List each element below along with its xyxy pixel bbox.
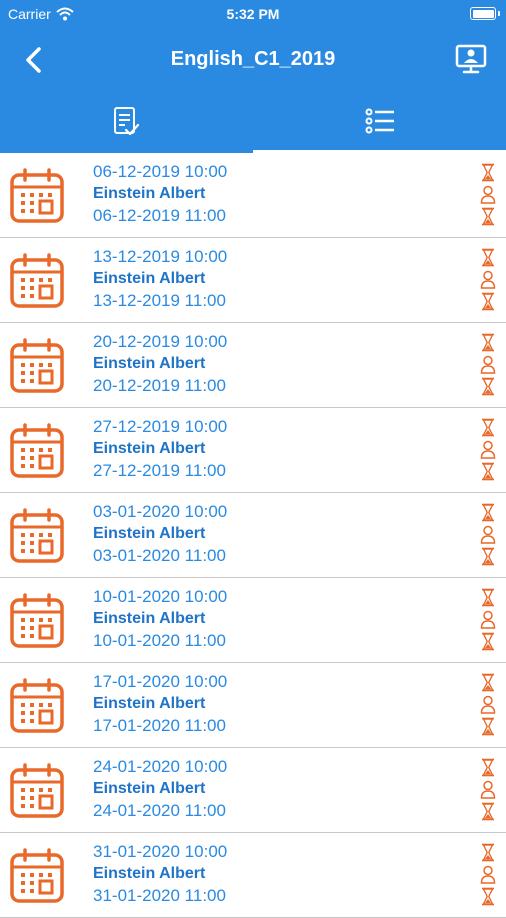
- session-end: 24-01-2020 11:00: [93, 801, 226, 820]
- session-end: 03-01-2020 11:00: [93, 546, 226, 565]
- session-start: 06-12-2019 10:00: [93, 162, 228, 181]
- hourglass-icon: [482, 673, 494, 692]
- calendar-icon: [10, 508, 64, 563]
- session-start: 27-12-2019 10:00: [93, 417, 228, 436]
- hourglass-icon: [482, 333, 494, 352]
- session-row[interactable]: 13-12-2019 10:00 Einstein Albert 13-12-2…: [0, 238, 506, 323]
- session-row[interactable]: 31-01-2020 10:00 Einstein Albert 31-01-2…: [0, 833, 506, 918]
- session-status-icons: [480, 248, 496, 314]
- status-time: 5:32 PM: [226, 6, 280, 22]
- session-row[interactable]: 17-01-2020 10:00 Einstein Albert 17-01-2…: [0, 663, 506, 748]
- session-row[interactable]: 20-12-2019 10:00 Einstein Albert 20-12-2…: [0, 323, 506, 408]
- session-status-icons: [480, 758, 496, 824]
- session-teacher: Einstein Albert: [93, 440, 206, 457]
- user-icon: [480, 440, 496, 459]
- session-status-icons: [480, 843, 496, 909]
- user-icon: [480, 185, 496, 204]
- user-icon: [480, 780, 496, 799]
- hourglass-icon: [482, 758, 494, 777]
- session-end: 17-01-2020 11:00: [93, 716, 226, 735]
- page-title: English_C1_2019: [170, 48, 336, 70]
- session-teacher: Einstein Albert: [93, 355, 206, 372]
- session-teacher: Einstein Albert: [93, 270, 206, 287]
- session-row[interactable]: 10-01-2020 10:00 Einstein Albert 10-01-2…: [0, 578, 506, 663]
- user-icon: [480, 610, 496, 629]
- session-row[interactable]: 03-01-2020 10:00 Einstein Albert 03-01-2…: [0, 493, 506, 578]
- hourglass-icon: [482, 462, 494, 481]
- session-end: 13-12-2019 11:00: [93, 291, 226, 310]
- session-status-icons: [480, 588, 496, 654]
- calendar-icon: [10, 763, 64, 818]
- calendar-icon: [10, 848, 64, 903]
- session-start: 20-12-2019 10:00: [93, 332, 228, 351]
- classroom-monitor-icon[interactable]: [454, 42, 488, 76]
- session-end: 06-12-2019 11:00: [93, 206, 226, 225]
- hourglass-icon: [482, 248, 494, 267]
- session-start: 03-01-2020 10:00: [93, 502, 228, 521]
- hourglass-icon: [482, 717, 494, 736]
- tab-attendance[interactable]: [0, 95, 253, 153]
- top-bar: Carrier 5:32 PM English_C1_2019: [0, 0, 506, 153]
- hourglass-icon: [482, 377, 494, 396]
- session-end: 10-01-2020 11:00: [93, 631, 226, 650]
- clipboard-check-icon: [114, 107, 140, 136]
- session-row[interactable]: 24-01-2020 10:00 Einstein Albert 24-01-2…: [0, 748, 506, 833]
- tab-bar: [0, 95, 506, 153]
- hourglass-icon: [482, 547, 494, 566]
- session-status-icons: [480, 418, 496, 484]
- calendar-icon: [10, 678, 64, 733]
- hourglass-icon: [482, 503, 494, 522]
- user-icon: [480, 865, 496, 884]
- session-status-icons: [480, 503, 496, 569]
- hourglass-icon: [482, 802, 494, 821]
- hourglass-icon: [482, 632, 494, 651]
- calendar-icon: [10, 423, 64, 478]
- hourglass-icon: [482, 207, 494, 226]
- session-status-icons: [480, 333, 496, 399]
- session-row[interactable]: 27-12-2019 10:00 Einstein Albert 27-12-2…: [0, 408, 506, 493]
- hourglass-icon: [482, 163, 494, 182]
- session-teacher: Einstein Albert: [93, 780, 206, 797]
- session-start: 17-01-2020 10:00: [93, 672, 228, 691]
- session-start: 31-01-2020 10:00: [93, 842, 228, 861]
- session-teacher: Einstein Albert: [93, 865, 206, 882]
- session-end: 31-01-2020 11:00: [93, 886, 226, 905]
- session-end: 20-12-2019 11:00: [93, 376, 226, 395]
- user-icon: [480, 355, 496, 374]
- calendar-icon: [10, 253, 64, 308]
- status-bar: Carrier 5:32 PM: [0, 0, 506, 28]
- session-status-icons: [480, 163, 496, 229]
- user-icon: [480, 695, 496, 714]
- tab-sessions[interactable]: [253, 95, 506, 153]
- session-row[interactable]: 06-12-2019 10:00 Einstein Albert 06-12-2…: [0, 153, 506, 238]
- session-start: 13-12-2019 10:00: [93, 247, 228, 266]
- user-icon: [480, 525, 496, 544]
- hourglass-icon: [482, 418, 494, 437]
- session-start: 10-01-2020 10:00: [93, 587, 228, 606]
- calendar-icon: [10, 593, 64, 648]
- session-teacher: Einstein Albert: [93, 695, 206, 712]
- session-teacher: Einstein Albert: [93, 610, 206, 627]
- hourglass-icon: [482, 588, 494, 607]
- hourglass-icon: [482, 843, 494, 862]
- session-teacher: Einstein Albert: [93, 185, 206, 202]
- battery-icon: [470, 7, 500, 20]
- session-teacher: Einstein Albert: [93, 525, 206, 542]
- session-end: 27-12-2019 11:00: [93, 461, 226, 480]
- calendar-icon: [10, 168, 64, 223]
- user-icon: [480, 270, 496, 289]
- nav-bar: English_C1_2019: [0, 32, 506, 88]
- hourglass-icon: [482, 292, 494, 311]
- session-list: 06-12-2019 10:00 Einstein Albert 06-12-2…: [0, 153, 506, 918]
- hourglass-icon: [482, 887, 494, 906]
- calendar-icon: [10, 338, 64, 393]
- session-start: 24-01-2020 10:00: [93, 757, 228, 776]
- session-status-icons: [480, 673, 496, 739]
- list-icon: [365, 108, 394, 134]
